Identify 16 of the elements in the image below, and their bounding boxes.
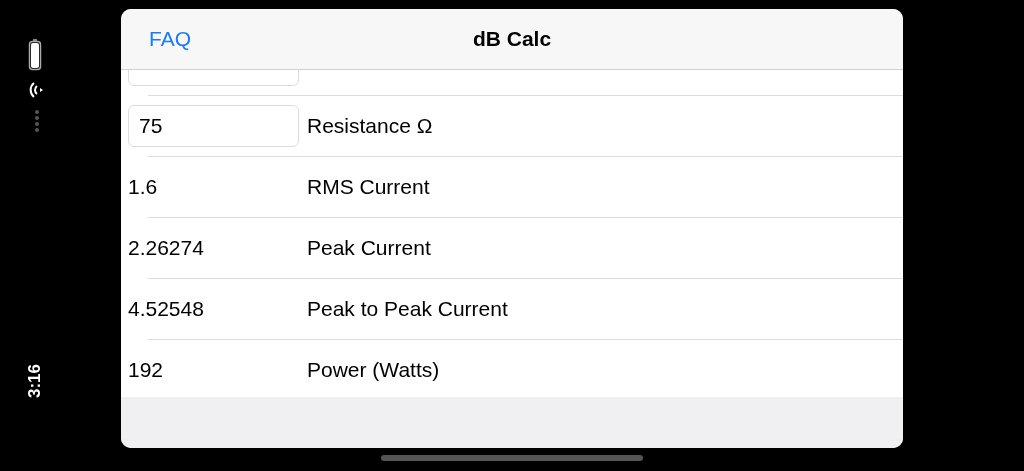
battery-icon [28, 39, 42, 71]
input-field[interactable]: 75 [128, 105, 299, 147]
row-label: Peak to Peak Current [307, 297, 508, 321]
row-label: Power (Watts) [307, 358, 440, 382]
faq-button[interactable]: FAQ [141, 25, 199, 53]
result-value: 4.52548 [128, 297, 205, 321]
row-label: Peak Current [307, 236, 431, 260]
dots-icon [34, 109, 40, 133]
signal-icon [28, 81, 44, 99]
result-value: 1.6 [128, 175, 159, 199]
result-value: 192 [128, 358, 165, 382]
result-value: 2.26274 [128, 236, 205, 260]
status-time: 3:16 [25, 364, 45, 398]
row-label: RMS Current [307, 175, 430, 199]
screen-title: dB Calc [472, 27, 552, 51]
row-label: Resistance Ω [307, 114, 433, 138]
